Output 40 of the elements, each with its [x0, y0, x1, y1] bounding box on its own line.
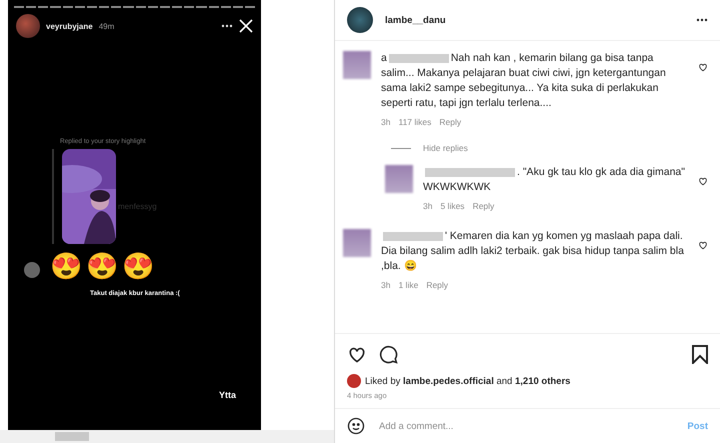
likes-count[interactable]: 1 like — [398, 280, 418, 290]
story-time: 49m — [98, 22, 114, 30]
post-button[interactable]: Post — [687, 420, 708, 432]
reply-link[interactable]: Reply — [439, 117, 462, 127]
bookmark-icon[interactable] — [692, 344, 708, 364]
story-text: Ytta — [218, 390, 236, 400]
reply-link[interactable]: Reply — [472, 201, 494, 211]
emoji: 😍 — [86, 250, 118, 282]
avatar — [24, 262, 40, 278]
username[interactable]: veyrubyjane — [46, 22, 93, 30]
more-icon[interactable] — [696, 18, 708, 22]
scrollbar[interactable] — [0, 430, 334, 443]
more-icon[interactable] — [221, 24, 233, 28]
username[interactable]: lambe__danu — [385, 14, 446, 26]
close-icon[interactable] — [239, 19, 253, 33]
comment-time: 3h — [381, 117, 390, 127]
likes-count[interactable]: 117 likes — [398, 117, 432, 127]
comment-field[interactable]: Add a comment... — [377, 420, 676, 432]
comment-icon[interactable] — [379, 344, 398, 364]
reply-link[interactable]: Reply — [426, 280, 448, 290]
avatar — [16, 14, 40, 38]
avatar — [343, 51, 371, 79]
heart-icon[interactable] — [698, 176, 708, 186]
likes-summary: Liked by lambe.pedes.official and 1,210 others — [365, 376, 570, 386]
avatar — [385, 165, 413, 193]
heart-icon[interactable] — [698, 62, 708, 72]
avatar — [347, 7, 373, 33]
heart-icon[interactable] — [698, 240, 708, 250]
emoji-icon[interactable] — [347, 417, 365, 435]
comment-time: 3h — [381, 280, 390, 290]
avatar — [347, 374, 361, 388]
comment-text: . "Aku gk tau klo gk ada dia gimana" WKWKWKWK — [423, 165, 686, 195]
comment-time: 3h — [423, 201, 432, 211]
emoji: 😍 — [122, 250, 154, 282]
likes-count[interactable]: 5 likes — [440, 201, 465, 211]
comment-text: ' Kemaren dia kan yg komen yg maslaah papa dali. Dia bilang salim adlh laki2 terbaik. gak bisa hidup tanpa salim bla ,bla. 😄 — [381, 229, 685, 274]
comment-text: a Nah nah kan , kemarin bilang ga bisa tanpa salim... Makanya pelajaran buat ciwi ciwi, jgn ketergantungan sama laki2 sampe sebegitunya... Ya kita suka di perlakukan seperti ratu, tapi jgn terlalu terlena.... — [381, 51, 667, 111]
hide-replies[interactable]: Hide replies — [423, 143, 468, 153]
emoji: 😍 — [50, 250, 82, 282]
avatar — [343, 229, 371, 257]
